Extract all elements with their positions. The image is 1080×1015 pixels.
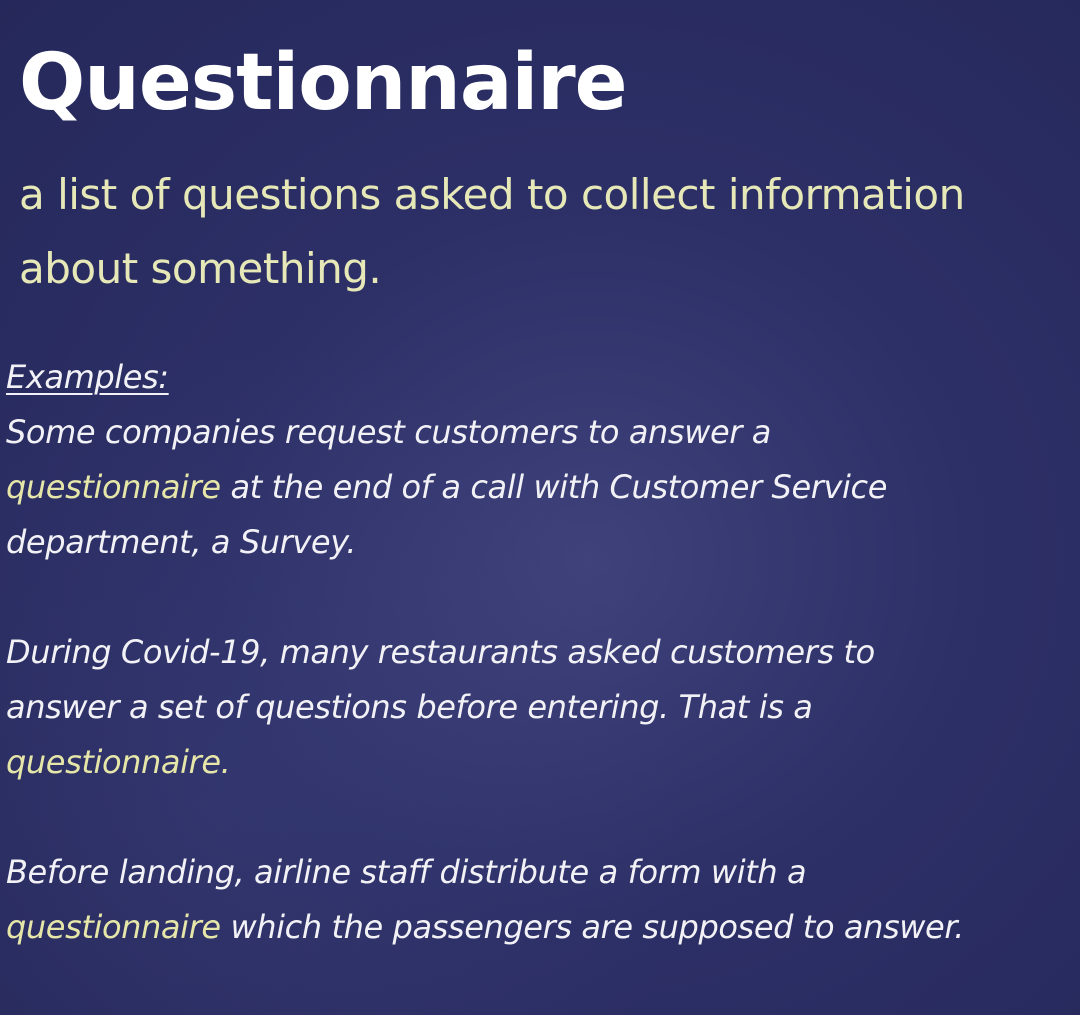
examples-heading: Examples: [6, 358, 169, 396]
example-1-line: department, a Survey. [6, 523, 357, 561]
example-3-line: questionnaire which the passengers are s… [6, 900, 1076, 955]
definition-text: a list of questions asked to collect inf… [19, 158, 1079, 306]
example-3-text: which the passengers are supposed to ans… [220, 908, 964, 946]
example-3-line: Before landing, airline staff distribute… [6, 853, 807, 891]
highlight-term: questionnaire [6, 468, 221, 506]
definition-card: Questionnaire a list of questions asked … [0, 0, 1080, 1015]
example-2-line: During Covid-19, many restaurants asked … [6, 633, 875, 671]
example-1-text: at the end of a call with Customer Servi… [220, 468, 888, 506]
example-2-line: answer a set of questions before enterin… [6, 688, 813, 726]
examples-section: Examples: Some companies request custome… [6, 350, 1076, 955]
highlight-term: questionnaire. [6, 743, 231, 781]
definition-line: about something. [19, 244, 382, 293]
highlight-term: questionnaire [6, 908, 221, 946]
definition-line: a list of questions asked to collect inf… [19, 170, 965, 219]
page-title: Questionnaire [19, 38, 628, 128]
example-1-line: questionnaire at the end of a call with … [6, 460, 1076, 515]
example-1-line: Some companies request customers to answ… [6, 413, 771, 451]
